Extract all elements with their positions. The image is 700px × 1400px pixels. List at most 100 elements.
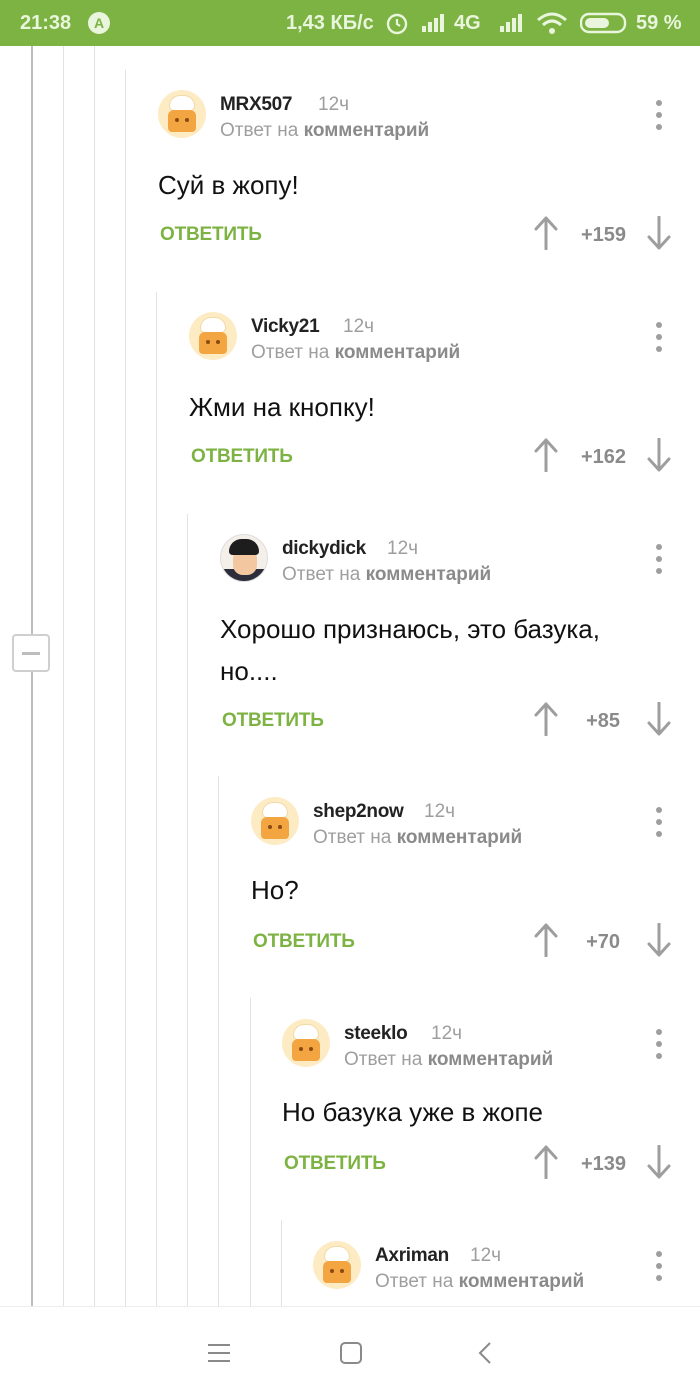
avatar[interactable] bbox=[189, 312, 237, 360]
signal-icon bbox=[422, 14, 444, 32]
comment-username[interactable]: Axriman bbox=[375, 1245, 449, 1267]
wifi-icon bbox=[537, 12, 567, 34]
reply-button[interactable]: ОТВЕТИТЬ bbox=[222, 710, 324, 732]
app-notification-icon: A bbox=[88, 12, 110, 34]
signal-icon-2 bbox=[500, 14, 522, 32]
back-chevron-icon[interactable] bbox=[476, 1341, 496, 1365]
reply-prefix: Ответ на bbox=[220, 120, 299, 141]
comment: dickydick 12ч Ответ на комментарий Хорош… bbox=[220, 534, 678, 744]
upvote-arrow-icon[interactable] bbox=[533, 1145, 559, 1179]
comment-time: 12ч bbox=[387, 538, 419, 559]
comment-text: Хорошо признаюсь, это базука, но.... bbox=[220, 608, 640, 692]
upvote-arrow-icon[interactable] bbox=[533, 438, 559, 472]
comment: Vicky21 12ч Ответ на комментарий Жми на … bbox=[189, 312, 678, 482]
comment-username[interactable]: dickydick bbox=[282, 538, 366, 560]
comment-rating: +159 bbox=[580, 224, 626, 246]
reply-to-label: Ответ на комментарий bbox=[375, 1271, 584, 1293]
reply-button[interactable]: ОТВЕТИТЬ bbox=[191, 446, 293, 468]
more-options-icon[interactable] bbox=[654, 807, 664, 837]
downvote-arrow-icon[interactable] bbox=[646, 1145, 672, 1179]
thread-line bbox=[156, 292, 157, 1306]
downvote-arrow-icon[interactable] bbox=[646, 216, 672, 250]
system-nav-bar bbox=[0, 1306, 700, 1400]
upvote-arrow-icon[interactable] bbox=[533, 702, 559, 736]
comment-time: 12ч bbox=[470, 1245, 502, 1266]
avatar[interactable] bbox=[282, 1019, 330, 1067]
reply-button[interactable]: ОТВЕТИТЬ bbox=[160, 224, 262, 246]
thread-line bbox=[31, 46, 33, 1306]
more-options-icon[interactable] bbox=[654, 1251, 664, 1281]
comment-rating: +139 bbox=[580, 1153, 626, 1175]
comment-rating: +70 bbox=[586, 931, 620, 953]
comment-rating: +85 bbox=[586, 710, 620, 732]
reply-prefix: Ответ на bbox=[344, 1049, 423, 1070]
status-time: 21:38 bbox=[20, 12, 72, 34]
comment-rating: +162 bbox=[580, 446, 626, 468]
reply-target-link[interactable]: комментарий bbox=[428, 1049, 554, 1070]
thread-line bbox=[63, 46, 64, 1306]
reply-target-link[interactable]: комментарий bbox=[304, 120, 430, 141]
reply-button[interactable]: ОТВЕТИТЬ bbox=[284, 1153, 386, 1175]
reply-to-label: Ответ на комментарий bbox=[282, 564, 491, 586]
home-square-icon[interactable] bbox=[339, 1341, 363, 1365]
comment-text: Суй в жопу! bbox=[158, 170, 299, 200]
comment-text: Но? bbox=[251, 875, 299, 905]
status-bar: 21:38 A 1,43 КБ/с 4G 59 % bbox=[0, 0, 700, 46]
reply-target-link[interactable]: комментарий bbox=[459, 1271, 585, 1292]
comment-username[interactable]: steeklo bbox=[344, 1023, 408, 1045]
comment-text-line: но.... bbox=[220, 656, 278, 686]
upvote-arrow-icon[interactable] bbox=[533, 923, 559, 957]
comment: shep2now 12ч Ответ на комментарий Но? ОТ… bbox=[251, 797, 678, 967]
reply-to-label: Ответ на комментарий bbox=[220, 120, 429, 142]
thread-line bbox=[94, 46, 95, 1306]
reply-to-label: Ответ на комментарий bbox=[313, 827, 522, 849]
comment-time: 12ч bbox=[318, 94, 350, 115]
reply-prefix: Ответ на bbox=[313, 827, 392, 848]
thread-line bbox=[281, 1220, 282, 1306]
downvote-arrow-icon[interactable] bbox=[646, 438, 672, 472]
avatar[interactable] bbox=[158, 90, 206, 138]
comment-time: 12ч bbox=[431, 1023, 463, 1044]
reply-target-link[interactable]: комментарий bbox=[366, 564, 492, 585]
comment-username[interactable]: shep2now bbox=[313, 801, 404, 823]
downvote-arrow-icon[interactable] bbox=[646, 923, 672, 957]
comment-username[interactable]: MRX507 bbox=[220, 94, 292, 116]
comment-text: Жми на кнопку! bbox=[189, 392, 375, 422]
more-options-icon[interactable] bbox=[654, 100, 664, 130]
reply-prefix: Ответ на bbox=[251, 342, 330, 363]
thread-line bbox=[125, 70, 126, 1306]
reply-to-label: Ответ на комментарий bbox=[344, 1049, 553, 1071]
comment-text: Но базука уже в жопе bbox=[282, 1097, 543, 1127]
thread-line bbox=[187, 514, 188, 1306]
menu-icon[interactable] bbox=[207, 1341, 231, 1365]
network-speed: 1,43 КБ/с bbox=[286, 12, 374, 34]
comment: MRX507 12ч Ответ на комментарий Суй в жо… bbox=[158, 90, 678, 260]
avatar[interactable] bbox=[313, 1241, 361, 1289]
reply-target-link[interactable]: комментарий bbox=[335, 342, 461, 363]
downvote-arrow-icon[interactable] bbox=[646, 702, 672, 736]
comment: steeklo 12ч Ответ на комментарий Но базу… bbox=[282, 1019, 678, 1189]
collapse-thread-button[interactable] bbox=[12, 634, 50, 672]
battery-icon bbox=[580, 12, 627, 34]
thread-line bbox=[250, 998, 251, 1306]
reply-prefix: Ответ на bbox=[282, 564, 361, 585]
reply-target-link[interactable]: комментарий bbox=[397, 827, 523, 848]
more-options-icon[interactable] bbox=[654, 1029, 664, 1059]
comment-time: 12ч bbox=[343, 316, 375, 337]
more-options-icon[interactable] bbox=[654, 544, 664, 574]
network-type: 4G bbox=[454, 12, 481, 34]
comment: Axriman 12ч Ответ на комментарий bbox=[313, 1241, 678, 1305]
reply-to-label: Ответ на комментарий bbox=[251, 342, 460, 364]
comment-time: 12ч bbox=[424, 801, 456, 822]
reply-prefix: Ответ на bbox=[375, 1271, 454, 1292]
thread-line bbox=[218, 776, 219, 1306]
avatar[interactable] bbox=[220, 534, 268, 582]
avatar[interactable] bbox=[251, 797, 299, 845]
alarm-icon bbox=[386, 13, 408, 35]
comment-text-line: Хорошо признаюсь, это базука, bbox=[220, 614, 600, 644]
battery-percent: 59 % bbox=[636, 12, 682, 34]
more-options-icon[interactable] bbox=[654, 322, 664, 352]
reply-button[interactable]: ОТВЕТИТЬ bbox=[253, 931, 355, 953]
comment-username[interactable]: Vicky21 bbox=[251, 316, 320, 338]
upvote-arrow-icon[interactable] bbox=[533, 216, 559, 250]
